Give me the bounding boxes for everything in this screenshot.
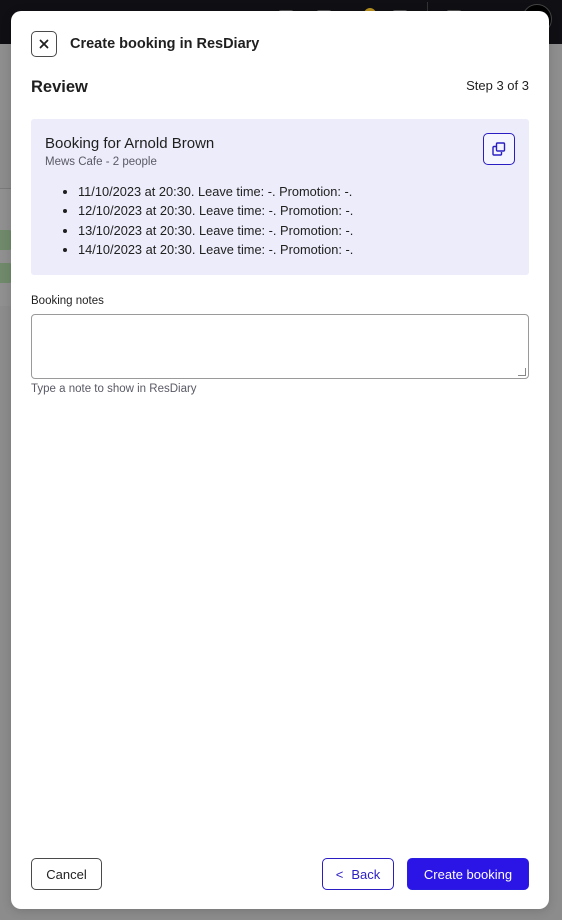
resize-handle-icon[interactable] [518, 368, 526, 376]
booking-notes-hint: Type a note to show in ResDiary [31, 383, 197, 395]
back-button-label: Back [351, 866, 381, 882]
list-item: 12/10/2023 at 20:30. Leave time: -. Prom… [78, 201, 353, 220]
booking-venue-subtitle: Mews Cafe - 2 people [45, 156, 157, 168]
booking-notes-field[interactable] [31, 314, 529, 379]
list-item: 11/10/2023 at 20:30. Leave time: -. Prom… [78, 182, 353, 201]
back-button[interactable]: < Back [322, 858, 394, 890]
list-item: 13/10/2023 at 20:30. Leave time: -. Prom… [78, 221, 353, 240]
step-indicator: Step 3 of 3 [466, 78, 529, 93]
review-heading: Review [31, 78, 88, 96]
list-item: 14/10/2023 at 20:30. Leave time: -. Prom… [78, 240, 353, 259]
create-booking-modal: Create booking in ResDiary Review Step 3… [11, 11, 549, 909]
booking-notes-label: Booking notes [31, 295, 104, 307]
booking-guest-title: Booking for Arnold Brown [45, 135, 215, 152]
booking-summary-card: Booking for Arnold Brown Mews Cafe - 2 p… [31, 119, 529, 275]
cancel-button[interactable]: Cancel [31, 858, 102, 890]
modal-title: Create booking in ResDiary [70, 36, 260, 52]
chevron-left-icon: < [335, 866, 344, 882]
copy-icon [492, 142, 506, 156]
modal-header: Create booking in ResDiary [31, 31, 259, 57]
copy-button[interactable] [483, 133, 515, 165]
close-button[interactable] [31, 31, 57, 57]
booking-dates-list: 11/10/2023 at 20:30. Leave time: -. Prom… [78, 182, 353, 259]
create-booking-button[interactable]: Create booking [407, 858, 529, 890]
close-icon [39, 39, 49, 49]
